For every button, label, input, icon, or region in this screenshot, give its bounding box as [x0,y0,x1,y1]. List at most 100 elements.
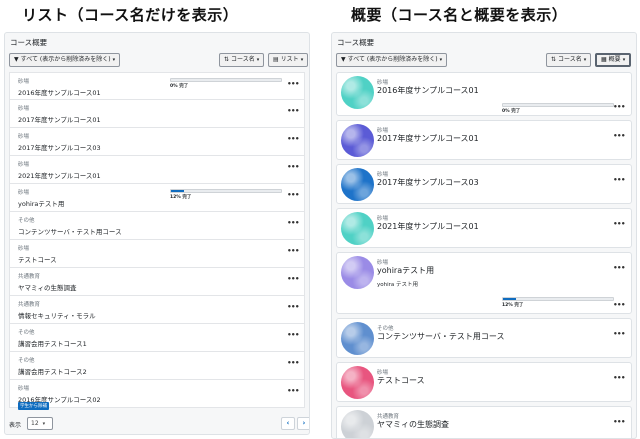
course-card[interactable]: 砂場2016年度サンプルコース01•••0% 完了••• [336,72,632,116]
progress-text: 0% 完了 [502,109,521,114]
course-name-link[interactable]: 2017年度サンプルコース03 [18,142,101,152]
course-list: 砂場 2016年度サンプルコース01 0% 完了 ••• 砂場 2017年度サンプルコース… [9,72,305,410]
course-name-link[interactable]: コンテンツサーバ・テスト用コース [18,226,122,236]
course-category: 砂場 [18,106,30,112]
sort-dropdown[interactable]: ⇅ コース名 ▾ [546,53,592,67]
course-image[interactable] [341,410,374,438]
chevron-down-icon: ▾ [622,57,626,63]
course-name-link[interactable]: テストコース [377,375,425,386]
course-name-link[interactable]: 2021年度サンプルコース01 [18,170,101,180]
more-actions-icon[interactable]: ••• [287,275,299,283]
course-category: 砂場 [18,79,30,85]
more-actions-icon[interactable]: ••• [613,103,625,111]
course-name-link[interactable]: テストコース [18,254,57,264]
course-card[interactable]: 共通教育 ヤマミィの生態調査 ••• [336,406,632,438]
course-name-link[interactable]: 2017年度サンプルコース03 [377,177,479,188]
course-name-link[interactable]: 講習会用テストコース2 [18,366,87,376]
course-category: 共通教育 [18,274,41,280]
course-row[interactable]: 砂場 2016年度サンプルコース01 0% 完了 ••• [9,72,305,100]
more-actions-icon[interactable]: ••• [287,107,299,115]
course-card[interactable]: その他 コンテンツサーバ・テスト用コース ••• [336,318,632,358]
chevron-down-icon: ▾ [42,421,46,427]
course-row[interactable]: 砂場テストコース ••• [9,240,305,268]
filter-dropdown[interactable]: ▼ すべて (表示から削除済みを除く) ▾ [336,53,448,67]
prev-page-button[interactable]: ‹ [281,417,295,430]
course-card[interactable]: 砂場 2021年度サンプルコース01 ••• [336,208,632,248]
course-card[interactable]: 砂場 2017年度サンプルコース03 ••• [336,164,632,204]
course-row[interactable]: 砂場 yohiraテスト用 12% 完了 ••• [9,184,305,212]
chevron-down-icon: ▾ [300,57,304,63]
course-row[interactable]: 砂場 2021年度サンプルコース01 ••• [9,156,305,184]
course-category: 砂場 [18,386,30,392]
course-card[interactable]: 砂場 テストコース ••• [336,362,632,402]
course-row[interactable]: その他 講習会用テストコース1 ••• [9,324,305,352]
course-category: 砂場 [18,162,30,168]
more-actions-icon[interactable]: ••• [287,247,299,255]
course-row[interactable]: その他 講習会用テストコース2 ••• [9,352,305,380]
course-name-link[interactable]: 2017年度サンプルコース01 [377,133,479,144]
course-image[interactable] [341,212,374,245]
course-row[interactable]: 共通教育 情報セキュリティ・モラル ••• [9,296,305,324]
course-image[interactable] [341,256,374,289]
filter-dropdown[interactable]: ▼ すべて (表示から削除済みを除く) ▾ [9,53,121,67]
summary-view-heading: 概要（コース名と概要を表示） [351,6,568,24]
toolbar: ▼ すべて (表示から削除済みを除く) ▾ ⇅ コース名 ▾ ▤ リスト ▾ [9,53,309,68]
summary-view-icon: ▦ [601,56,607,63]
per-page-select[interactable]: 12 ▾ [27,417,53,430]
course-card[interactable]: 砂場 yohiraテスト用 yohira テスト用 ••• 12% 完了 ••• [336,252,632,314]
more-actions-icon[interactable]: ••• [613,264,625,272]
more-actions-icon[interactable]: ••• [287,387,299,395]
view-dropdown[interactable]: ▤ リスト ▾ [268,53,309,67]
course-card-list: 砂場2016年度サンプルコース01•••0% 完了•••砂場2017年度サンプル… [336,72,632,438]
course-row[interactable]: 共通教育ヤマミィの生態調査 ••• [9,268,305,296]
more-actions-icon[interactable]: ••• [613,374,625,382]
course-name-link[interactable]: yohiraテスト用 [18,198,64,208]
more-actions-icon[interactable]: ••• [287,191,299,199]
more-actions-icon[interactable]: ••• [287,331,299,339]
more-actions-icon[interactable]: ••• [613,132,625,140]
more-actions-icon[interactable]: ••• [287,135,299,143]
more-actions-icon[interactable]: ••• [287,80,299,88]
sort-dropdown[interactable]: ⇅ コース名 ▾ [219,53,265,67]
more-actions-icon[interactable]: ••• [613,220,625,228]
course-name-link[interactable]: ヤマミィの生態調査 [377,419,449,430]
course-row[interactable]: 砂場 2017年度サンプルコース01 ••• [9,100,305,128]
progress-track [502,103,614,107]
course-name-link[interactable]: 情報セキュリティ・モラル [18,310,96,320]
course-name-link[interactable]: 2016年度サンプルコース01 [18,87,101,97]
course-name-link[interactable]: ヤマミィの生態調査 [18,282,77,292]
course-image[interactable] [341,168,374,201]
course-image[interactable] [341,322,374,355]
course-name-link[interactable]: 2016年度サンプルコース01 [377,85,479,96]
course-name-link[interactable]: コンテンツサーバ・テスト用コース [377,331,505,342]
course-category: 砂場 [18,246,30,252]
view-dropdown[interactable]: ▦ 概要 ▾ [595,53,632,67]
progress-bar: 12% 完了 [170,189,282,200]
course-image[interactable] [341,76,374,109]
more-actions-icon[interactable]: ••• [287,219,299,227]
course-name-link[interactable]: yohiraテスト用 [377,265,434,276]
course-image[interactable] [341,124,374,157]
more-actions-icon[interactable]: ••• [613,176,625,184]
more-actions-icon[interactable]: ••• [613,301,625,309]
more-actions-icon[interactable]: ••• [287,163,299,171]
course-name-link[interactable]: 2017年度サンプルコース01 [18,114,101,124]
course-name-link[interactable]: 2021年度サンプルコース01 [377,221,479,232]
course-card[interactable]: 砂場 2017年度サンプルコース01 ••• [336,120,632,160]
next-page-button[interactable]: › [297,417,309,430]
filter-icon: ▼ [14,56,19,63]
course-row[interactable]: その他 コンテンツサーバ・テスト用コース ••• [9,212,305,240]
more-actions-icon[interactable]: ••• [613,330,625,338]
chevron-down-icon: ▾ [256,57,260,63]
progress-track [502,297,614,301]
course-row[interactable]: 砂場 2017年度サンプルコース03 ••• [9,128,305,156]
more-actions-icon[interactable]: ••• [613,418,625,426]
course-name-link[interactable]: 講習会用テストコース1 [18,338,87,348]
sort-icon: ⇅ [551,56,557,63]
more-actions-icon[interactable]: ••• [287,359,299,367]
course-image[interactable] [341,366,374,399]
more-actions-icon[interactable]: ••• [287,303,299,311]
sort-icon: ⇅ [224,56,230,63]
progress-text: 12% 完了 [502,303,524,308]
course-row[interactable]: 砂場 2016年度サンプルコース02 学生から除補 ••• [9,380,305,410]
